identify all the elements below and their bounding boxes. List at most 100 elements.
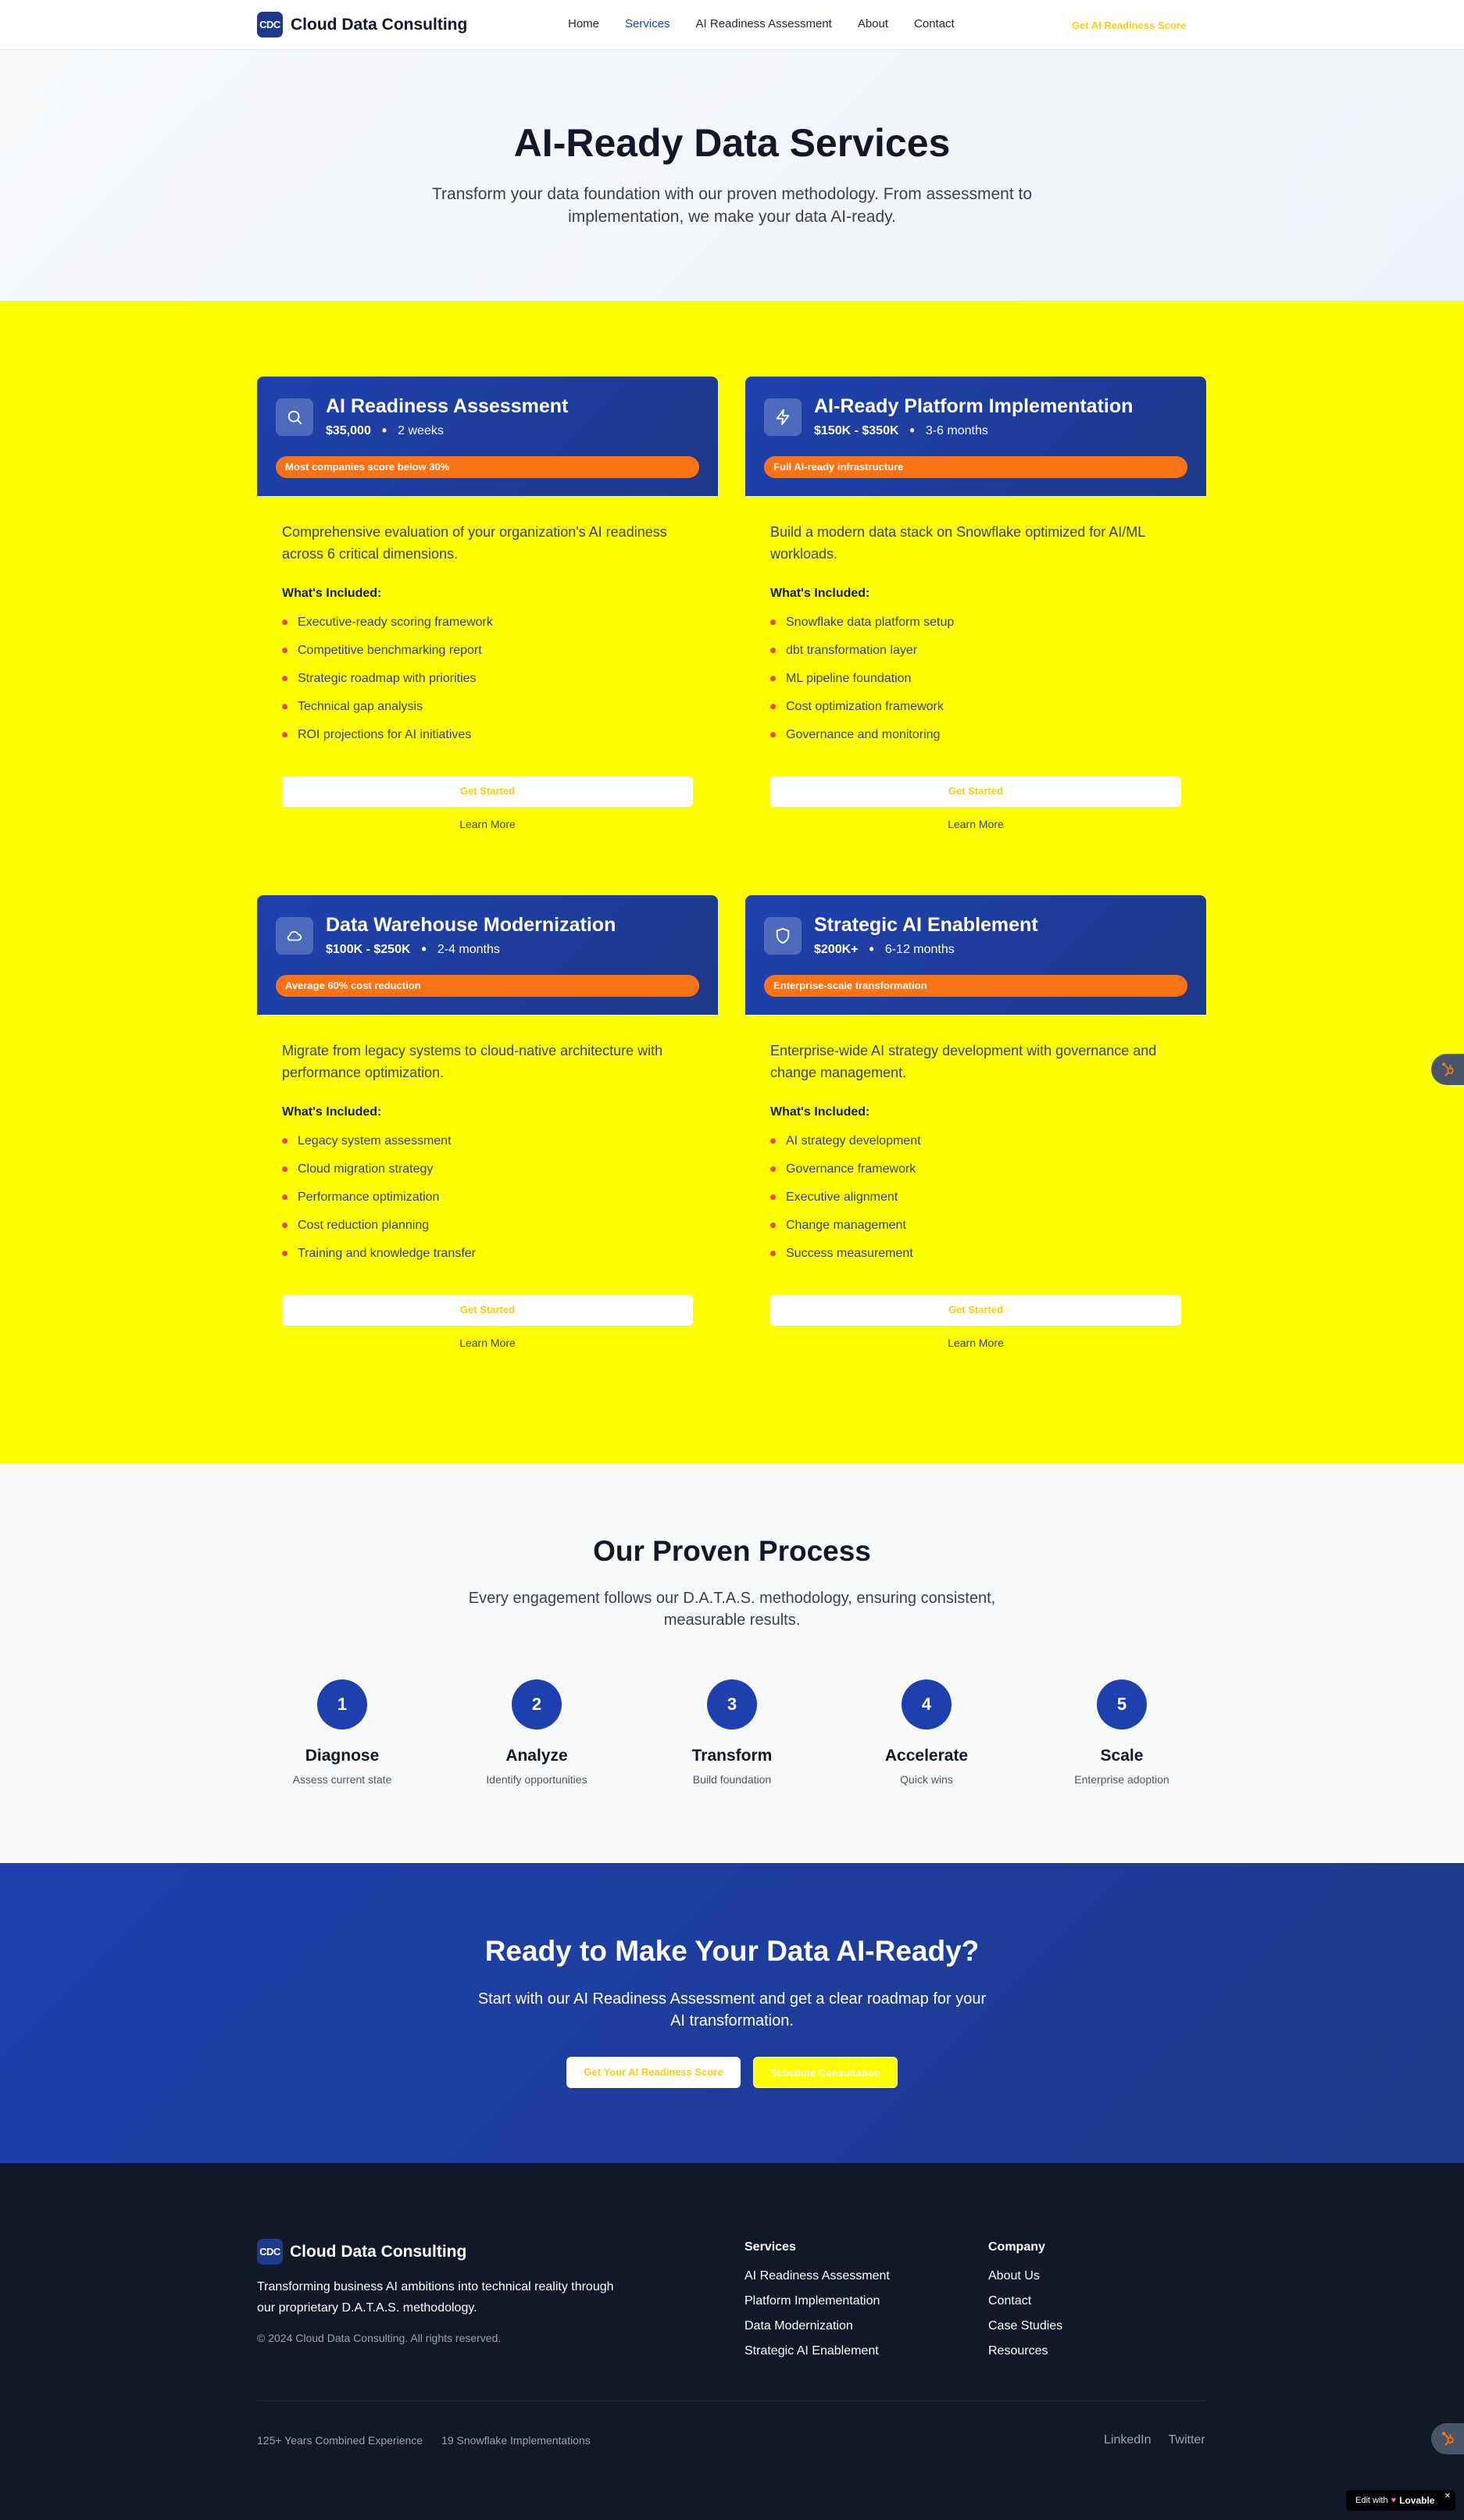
process-section: Our Proven Process Every engagement foll…	[0, 1463, 1464, 1863]
feature-item: Cloud migration strategy	[282, 1162, 693, 1190]
learn-more-link[interactable]: Learn More	[770, 1337, 1181, 1349]
process-step-accelerate: 4 Accelerate Quick wins	[841, 1679, 1012, 1786]
feature-item: Competitive benchmarking report	[282, 643, 693, 671]
logo-badge: CDC	[257, 12, 283, 37]
footer-copyright: © 2024 Cloud Data Consulting. All rights…	[257, 2332, 502, 2344]
included-label: What's Included:	[770, 587, 870, 600]
learn-more-link[interactable]: Learn More	[282, 818, 693, 830]
feature-item: Cost reduction planning	[282, 1218, 693, 1246]
service-duration: 3-6 months	[925, 423, 988, 437]
get-readiness-score-button[interactable]: Get Your AI Readiness Score	[566, 2057, 741, 2088]
learn-more-link[interactable]: Learn More	[282, 1337, 693, 1349]
footer-company-column: Company About Us Contact Case Studies Re…	[988, 2240, 1062, 2364]
service-card-platform: AI-Ready Platform Implementation $150K -…	[745, 377, 1206, 830]
nav-link-services[interactable]: Services	[625, 17, 670, 30]
feature-item: Executive alignment	[770, 1190, 1181, 1218]
feature-item: Technical gap analysis	[282, 699, 693, 727]
footer-link[interactable]: Case Studies	[988, 2314, 1062, 2339]
cta-subtitle: Start with our AI Readiness Assessment a…	[477, 1990, 987, 2029]
get-started-button[interactable]: Get Started	[770, 776, 1181, 807]
get-started-button[interactable]: Get Started	[282, 776, 693, 807]
feature-item: Governance framework	[770, 1162, 1181, 1190]
logo-badge: CDC	[257, 2239, 283, 2265]
lightning-icon	[764, 398, 802, 436]
step-title: Accelerate	[884, 1747, 969, 1765]
footer-link[interactable]: Data Modernization	[744, 2314, 890, 2339]
footer-link[interactable]: Platform Implementation	[744, 2289, 890, 2314]
step-description: Quick wins	[900, 1773, 953, 1786]
footer-social: LinkedIn Twitter	[1104, 2433, 1205, 2447]
feature-list: AI strategy development Governance frame…	[770, 1133, 1181, 1274]
footer-services-links: AI Readiness Assessment Platform Impleme…	[744, 2264, 890, 2364]
feature-item: Strategic roadmap with priorities	[282, 671, 693, 699]
service-price: $35,000	[326, 423, 371, 437]
stat-experience: 125+ Years Combined Experience	[257, 2434, 423, 2447]
footer-brand-name: Cloud Data Consulting	[290, 2242, 467, 2261]
nav-link-home[interactable]: Home	[568, 17, 599, 30]
feature-item: AI strategy development	[770, 1133, 1181, 1162]
hero-title: AI-Ready Data Services	[513, 121, 951, 165]
service-duration: 2-4 months	[437, 942, 500, 956]
feature-item: Performance optimization	[282, 1190, 693, 1218]
footer-services-column: Services AI Readiness Assessment Platfor…	[744, 2240, 890, 2364]
footer-link[interactable]: Contact	[988, 2289, 1062, 2314]
service-description: Enterprise-wide AI strategy development …	[770, 1043, 1157, 1080]
separator-dot: •	[381, 423, 387, 438]
service-card-strategic-ai: Strategic AI Enablement $200K+ • 6-12 mo…	[745, 895, 1206, 1349]
service-description: Comprehensive evaluation of your organiz…	[282, 524, 667, 562]
service-card-body: Enterprise-wide AI strategy development …	[745, 1015, 1206, 1349]
footer-link[interactable]: About Us	[988, 2264, 1062, 2289]
linkedin-link[interactable]: LinkedIn	[1104, 2433, 1152, 2447]
process-step-analyze: 2 Analyze Identify opportunities	[451, 1679, 623, 1786]
service-title: Strategic AI Enablement	[814, 914, 1038, 936]
shield-icon	[764, 917, 802, 955]
service-title: AI Readiness Assessment	[326, 395, 569, 417]
service-card-warehouse: Data Warehouse Modernization $100K - $25…	[257, 895, 718, 1349]
service-card-header: AI-Ready Platform Implementation $150K -…	[745, 377, 1206, 496]
service-badge: Most companies score below 30%	[276, 456, 699, 478]
twitter-link[interactable]: Twitter	[1169, 2433, 1205, 2447]
feature-list: Snowflake data platform setup dbt transf…	[770, 615, 1181, 755]
step-number: 3	[707, 1679, 757, 1729]
nav-link-ai-readiness[interactable]: AI Readiness Assessment	[696, 17, 832, 30]
step-description: Build foundation	[692, 1773, 772, 1786]
footer-logo[interactable]: CDC Cloud Data Consulting	[257, 2239, 466, 2265]
close-icon[interactable]: ✕	[1444, 2492, 1451, 2500]
feature-list: Legacy system assessment Cloud migration…	[282, 1133, 693, 1274]
learn-more-link[interactable]: Learn More	[770, 818, 1181, 830]
feature-item: Training and knowledge transfer	[282, 1246, 693, 1274]
feature-item: dbt transformation layer	[770, 643, 1181, 671]
step-title: Scale	[1100, 1747, 1144, 1765]
process-step-diagnose: 1 Diagnose Assess current state	[256, 1679, 428, 1786]
hubspot-chat-icon[interactable]	[1431, 2423, 1464, 2454]
service-price: $100K - $250K	[326, 942, 411, 956]
cloud-icon	[276, 917, 313, 955]
footer-link[interactable]: AI Readiness Assessment	[744, 2264, 890, 2289]
process-title: Our Proven Process	[593, 1535, 871, 1567]
step-number: 4	[902, 1679, 952, 1729]
brand-name: Cloud Data Consulting	[291, 15, 468, 34]
step-number: 5	[1097, 1679, 1147, 1729]
site-logo[interactable]: CDC Cloud Data Consulting	[257, 12, 467, 37]
hubspot-chat-icon[interactable]	[1431, 1054, 1464, 1085]
nav-cta-button[interactable]: Get AI Readiness Score	[1062, 11, 1195, 39]
service-card-header: AI Readiness Assessment $35,000 • 2 week…	[257, 377, 718, 496]
get-started-button[interactable]: Get Started	[770, 1294, 1181, 1326]
edit-with-lovable-badge[interactable]: Edit with ♥ Lovable ✕	[1346, 2490, 1455, 2511]
process-subtitle: Every engagement follows our D.A.T.A.S. …	[468, 1590, 996, 1629]
footer-link[interactable]: Strategic AI Enablement	[744, 2339, 890, 2364]
schedule-consultation-button[interactable]: Schedule Consultation	[753, 2057, 898, 2088]
footer-link[interactable]: Resources	[988, 2339, 1062, 2364]
stat-implementations: 19 Snowflake Implementations	[441, 2434, 591, 2447]
nav-link-about[interactable]: About	[858, 17, 888, 30]
process-step-scale: 5 Scale Enterprise adoption	[1036, 1679, 1208, 1786]
feature-list: Executive-ready scoring framework Compet…	[282, 615, 693, 755]
footer-company-links: About Us Contact Case Studies Resources	[988, 2264, 1062, 2364]
service-meta: $100K - $250K • 2-4 months	[326, 941, 500, 958]
cta-title: Ready to Make Your Data AI-Ready?	[484, 1935, 980, 1967]
nav-link-contact[interactable]: Contact	[914, 17, 955, 30]
step-title: Diagnose	[305, 1747, 380, 1765]
get-started-button[interactable]: Get Started	[282, 1294, 693, 1326]
footer-company-heading: Company	[988, 2240, 1045, 2254]
services-section: AI Readiness Assessment $35,000 • 2 week…	[0, 301, 1464, 1463]
